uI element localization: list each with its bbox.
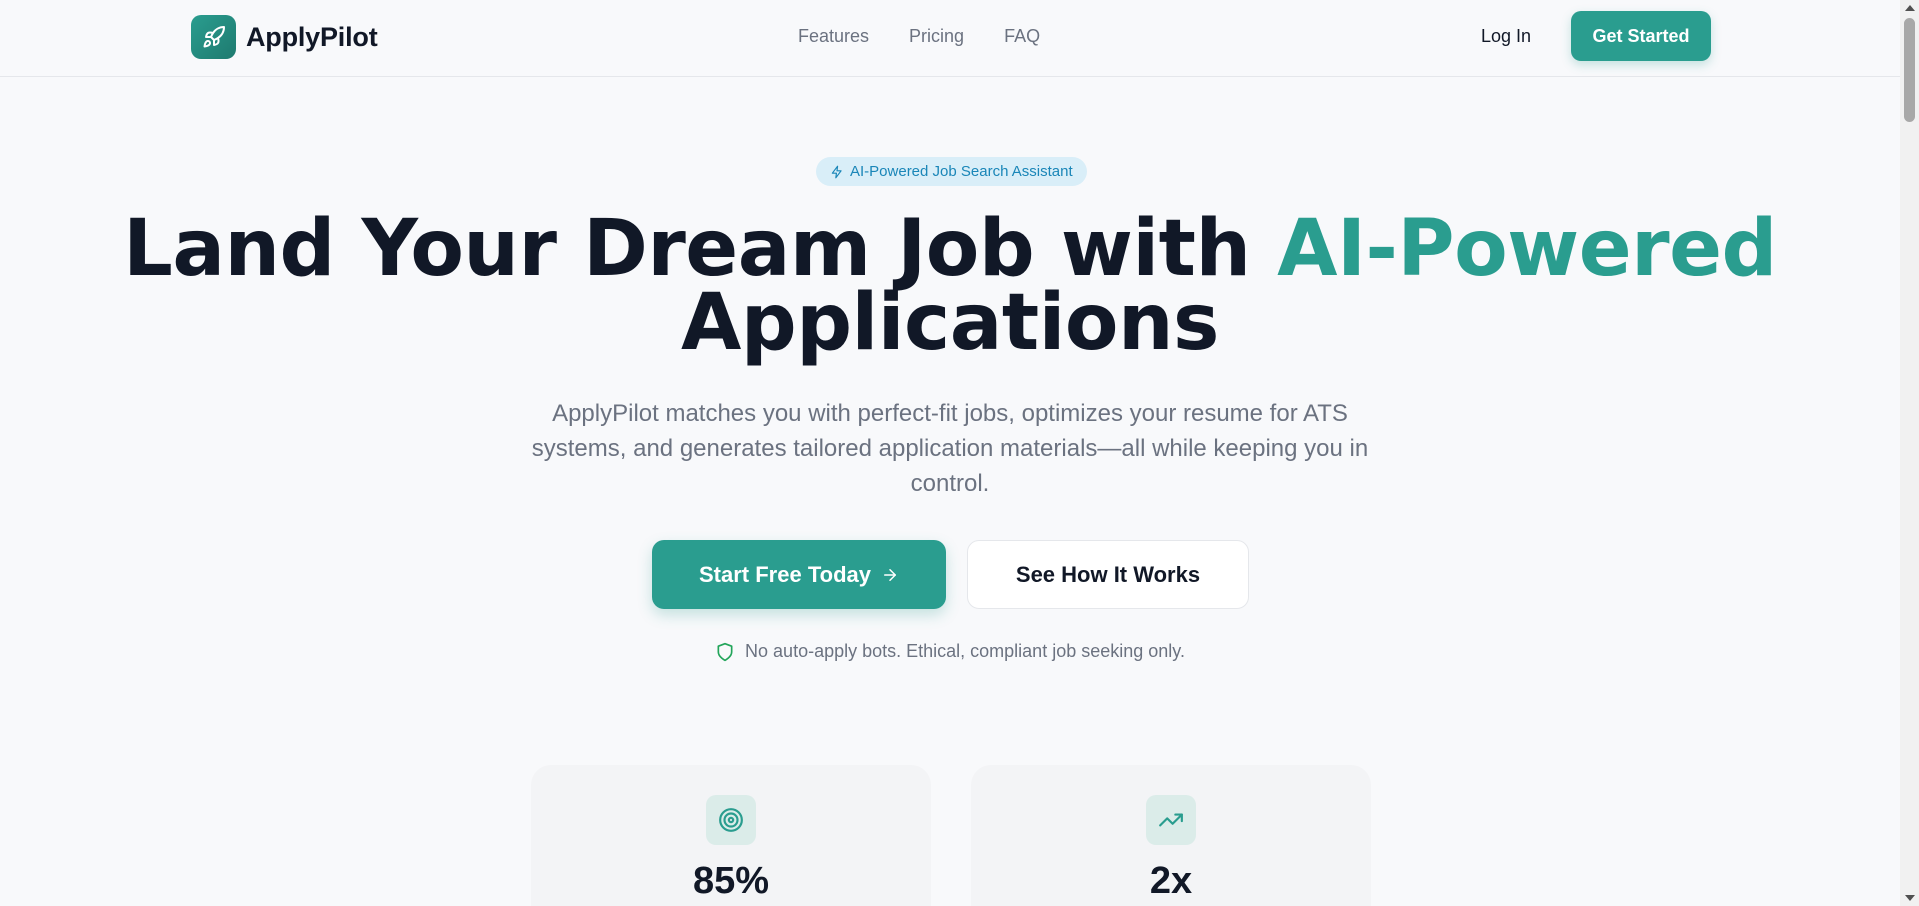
target-icon: [706, 795, 756, 845]
scroll-down-arrow-icon[interactable]: [1905, 895, 1915, 901]
landing-page: ApplyPilot Features Pricing FAQ Log In G…: [0, 0, 1900, 906]
nav-link-features[interactable]: Features: [798, 26, 869, 47]
sparkle-icon: [831, 165, 842, 178]
vertical-scrollbar[interactable]: [1900, 0, 1919, 906]
stat-card: 2x: [971, 765, 1371, 906]
start-free-button[interactable]: Start Free Today: [652, 540, 946, 609]
stat-card: 85%: [531, 765, 931, 906]
see-how-it-works-button[interactable]: See How It Works: [967, 540, 1249, 609]
start-free-label: Start Free Today: [699, 561, 871, 587]
scrollbar-thumb[interactable]: [1904, 18, 1915, 122]
trending-up-icon: [1146, 795, 1196, 845]
scroll-up-arrow-icon[interactable]: [1905, 5, 1915, 11]
hero-badge: AI-Powered Job Search Assistant: [816, 157, 1087, 186]
headline-accent: AI-Powered: [1277, 204, 1777, 294]
rocket-icon: [191, 15, 236, 59]
stat-value: 2x: [1149, 860, 1193, 902]
stat-value: 85%: [692, 860, 770, 902]
site-header: ApplyPilot Features Pricing FAQ Log In G…: [0, 0, 1900, 77]
hero-subheadline: ApplyPilot matches you with perfect-fit …: [531, 400, 1369, 497]
arrow-right-icon: [883, 568, 896, 581]
hero-badge-label: AI-Powered Job Search Assistant: [850, 163, 1073, 180]
trust-note: No auto-apply bots. Ethical, compliant j…: [0, 641, 1900, 662]
headline-text-end: Applications: [681, 278, 1219, 368]
shield-icon: [717, 642, 733, 661]
main-nav: Features Pricing FAQ: [798, 26, 1040, 47]
nav-link-pricing[interactable]: Pricing: [909, 26, 964, 47]
get-started-button[interactable]: Get Started: [1571, 11, 1711, 61]
brand-name: ApplyPilot: [246, 21, 378, 52]
hero-headline: Land Your Dream Job with AI-Powered Appl…: [0, 210, 1900, 362]
login-link[interactable]: Log In: [1481, 26, 1531, 47]
trust-note-text: No auto-apply bots. Ethical, compliant j…: [745, 641, 1185, 661]
brand-link[interactable]: ApplyPilot: [191, 15, 378, 59]
nav-link-faq[interactable]: FAQ: [1004, 26, 1040, 47]
